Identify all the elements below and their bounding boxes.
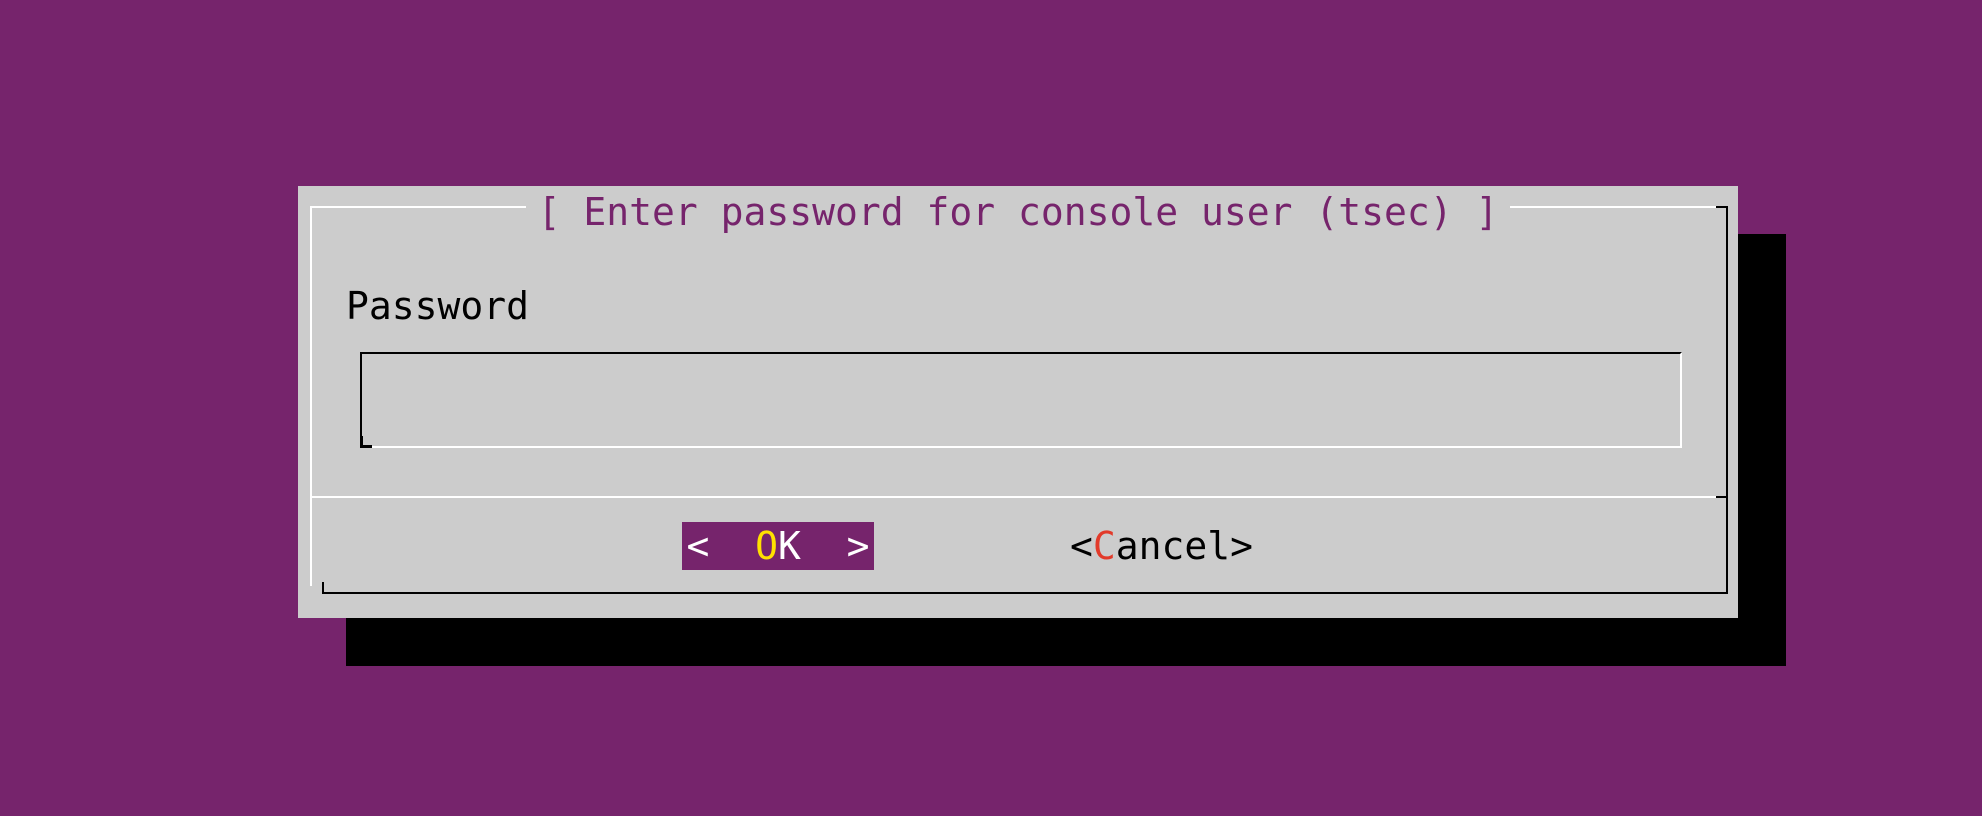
dialog-title: [ Enter password for console user (tsec)… (525, 192, 1511, 232)
password-input-box[interactable] (360, 352, 1682, 448)
button-separator-line (312, 496, 1716, 498)
ok-left-bracket: < (686, 524, 710, 568)
dialog-title-wrap: [ Enter password for console user (tsec)… (298, 192, 1738, 232)
frame-bottom-left-tick (322, 582, 324, 594)
password-label: Password (346, 284, 530, 328)
ok-right-bracket: > (846, 524, 870, 568)
frame-right-top-tick (1716, 206, 1728, 208)
ok-button[interactable]: < OK > (682, 522, 874, 570)
password-input[interactable] (362, 354, 1680, 446)
frame-right-line (1726, 206, 1728, 594)
password-dialog: [ Enter password for console user (tsec)… (298, 186, 1738, 618)
ok-label-rest: K (778, 524, 801, 568)
cancel-left-bracket: < (1070, 524, 1093, 568)
cancel-label-rest: ancel (1115, 524, 1231, 568)
cancel-hotkey: C (1092, 524, 1116, 568)
frame-bottom-line (322, 592, 1728, 594)
separator-right-tick (1716, 496, 1728, 498)
frame-left-line (310, 206, 312, 586)
ok-hotkey: O (755, 524, 778, 568)
cancel-right-bracket: > (1230, 524, 1254, 568)
cancel-button[interactable]: <Cancel> (1070, 522, 1253, 570)
text-cursor-mark (360, 436, 372, 448)
